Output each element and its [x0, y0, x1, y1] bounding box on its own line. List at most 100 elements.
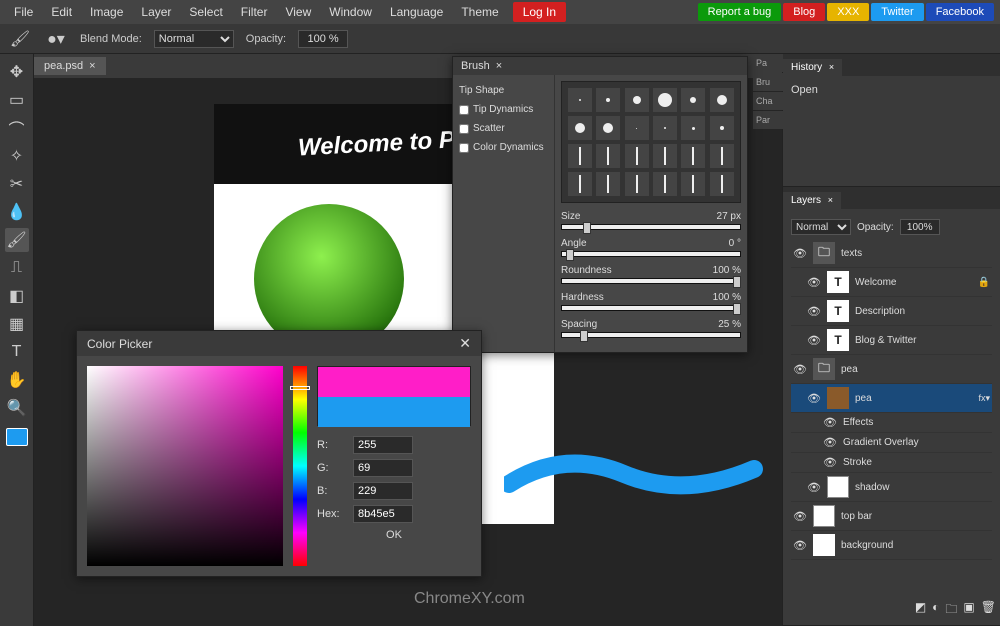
brush-preset[interactable] — [625, 144, 649, 168]
visibility-icon[interactable]: 👁 — [807, 305, 821, 318]
hue-knob[interactable] — [290, 386, 310, 390]
layer-row[interactable]: 👁TDescription — [791, 297, 992, 326]
brush-preset[interactable] — [710, 172, 734, 196]
layer-row[interactable]: 👁top bar — [791, 502, 992, 531]
type-tool-icon[interactable]: T — [5, 340, 29, 364]
eyedropper-tool-icon[interactable]: 💧 — [5, 200, 29, 224]
saturation-value-box[interactable] — [87, 366, 283, 566]
brush-opt-tip-shape[interactable]: Tip Shape — [457, 81, 550, 100]
visibility-icon[interactable]: 👁 — [807, 392, 821, 405]
brush-preset[interactable] — [653, 88, 677, 112]
layer-row[interactable]: 👁TBlog & Twitter — [791, 326, 992, 355]
close-icon[interactable]: ✕ — [459, 335, 471, 352]
brush-slider-hardness[interactable]: Hardness100 % — [561, 292, 741, 311]
hue-strip[interactable] — [293, 366, 307, 566]
eraser-tool-icon[interactable]: ◧ — [5, 284, 29, 308]
visibility-icon[interactable]: 👁 — [793, 247, 807, 260]
stamp-tool-icon[interactable]: ⎍ — [5, 256, 29, 280]
brush-preset[interactable] — [710, 144, 734, 168]
layer-row[interactable]: 👁peafx▾ — [791, 384, 992, 413]
brush-preset[interactable] — [625, 116, 649, 140]
blend-mode-select[interactable]: Normal — [154, 30, 234, 48]
side-tab-pa[interactable]: Pa — [753, 54, 783, 72]
menu-edit[interactable]: Edit — [43, 2, 80, 22]
close-icon[interactable]: × — [496, 60, 502, 72]
layer-row[interactable]: 👁background — [791, 531, 992, 560]
g-input[interactable] — [353, 459, 413, 477]
brush-preset[interactable] — [568, 88, 592, 112]
brush-preset[interactable] — [710, 88, 734, 112]
close-icon[interactable]: × — [828, 195, 833, 205]
menu-view[interactable]: View — [277, 2, 319, 22]
twitter-button[interactable]: Twitter — [871, 3, 923, 21]
layer-delete-icon[interactable]: 🗑 — [981, 600, 996, 621]
layer-row[interactable]: 👁Stroke — [791, 453, 992, 473]
menu-image[interactable]: Image — [82, 2, 131, 22]
brush-preset[interactable] — [681, 172, 705, 196]
brush-slider-spacing[interactable]: Spacing25 % — [561, 319, 741, 338]
layer-row[interactable]: 👁🗀texts — [791, 239, 992, 268]
tab-history[interactable]: History × — [783, 59, 842, 76]
close-icon[interactable]: × — [829, 62, 834, 72]
menu-theme[interactable]: Theme — [453, 2, 506, 22]
layer-opacity-input[interactable] — [900, 219, 940, 235]
visibility-icon[interactable]: 👁 — [793, 539, 807, 552]
gradient-tool-icon[interactable]: ▦ — [5, 312, 29, 336]
brush-tool-icon[interactable]: 🖌 — [5, 228, 29, 252]
lasso-tool-icon[interactable]: ⌒ — [5, 116, 29, 140]
blog-button[interactable]: Blog — [783, 3, 825, 21]
visibility-icon[interactable]: 👁 — [823, 456, 837, 469]
brush-preset[interactable] — [681, 88, 705, 112]
document-tab[interactable]: pea.psd × — [34, 57, 106, 75]
hex-input[interactable] — [353, 505, 413, 523]
brush-preset[interactable] — [681, 116, 705, 140]
menu-layer[interactable]: Layer — [133, 2, 179, 22]
layer-row[interactable]: 👁Effects — [791, 413, 992, 433]
visibility-icon[interactable]: 👁 — [807, 276, 821, 289]
menu-window[interactable]: Window — [321, 2, 380, 22]
menu-language[interactable]: Language — [382, 2, 451, 22]
marquee-tool-icon[interactable]: ▭ — [5, 88, 29, 112]
layer-row[interactable]: 👁shadow — [791, 473, 992, 502]
hand-tool-icon[interactable]: ✋ — [5, 368, 29, 392]
wand-tool-icon[interactable]: ✧ — [5, 144, 29, 168]
history-item[interactable]: Open — [791, 82, 992, 98]
brush-preset[interactable] — [653, 144, 677, 168]
foreground-color-swatch[interactable] — [6, 428, 28, 446]
visibility-icon[interactable]: 👁 — [793, 510, 807, 523]
opacity-input[interactable] — [298, 30, 348, 48]
login-button[interactable]: Log In — [513, 2, 566, 22]
brush-preset[interactable] — [568, 116, 592, 140]
visibility-icon[interactable]: 👁 — [823, 416, 837, 429]
brush-slider-roundness[interactable]: Roundness100 % — [561, 265, 741, 284]
brush-preset[interactable] — [625, 172, 649, 196]
layer-row[interactable]: 👁🗀pea — [791, 355, 992, 384]
close-tab-icon[interactable]: × — [89, 60, 95, 72]
fx-badge[interactable]: fx▾ — [978, 393, 990, 404]
layer-row[interactable]: 👁Gradient Overlay — [791, 433, 992, 453]
brush-opt-tip-dynamics[interactable]: Tip Dynamics — [457, 100, 550, 119]
brush-preset[interactable] — [653, 116, 677, 140]
layer-folder-icon[interactable]: 🗀 — [945, 600, 957, 621]
brush-preset[interactable] — [596, 172, 620, 196]
visibility-icon[interactable]: 👁 — [807, 481, 821, 494]
brush-preset[interactable] — [681, 144, 705, 168]
brush-preset[interactable] — [596, 116, 620, 140]
brush-preset[interactable] — [568, 144, 592, 168]
brush-slider-size[interactable]: Size27 px — [561, 211, 741, 230]
r-input[interactable] — [353, 436, 413, 454]
brush-opt-color-dynamics[interactable]: Color Dynamics — [457, 138, 550, 157]
brush-preset[interactable] — [625, 88, 649, 112]
report-bug-button[interactable]: Report a bug — [698, 3, 782, 21]
brush-preset-icon[interactable]: ●▾ — [44, 27, 68, 51]
brush-preset[interactable] — [568, 172, 592, 196]
brush-preset[interactable] — [710, 116, 734, 140]
layer-row[interactable]: 👁TWelcome🔒 — [791, 268, 992, 297]
facebook-button[interactable]: Facebook — [926, 3, 994, 21]
brush-slider-angle[interactable]: Angle0 ° — [561, 238, 741, 257]
menu-select[interactable]: Select — [181, 2, 230, 22]
side-tab-cha[interactable]: Cha — [753, 92, 783, 110]
layer-fx-icon[interactable]: ◐ — [932, 600, 939, 621]
ok-button[interactable]: OK — [317, 529, 471, 541]
visibility-icon[interactable]: 👁 — [793, 363, 807, 376]
